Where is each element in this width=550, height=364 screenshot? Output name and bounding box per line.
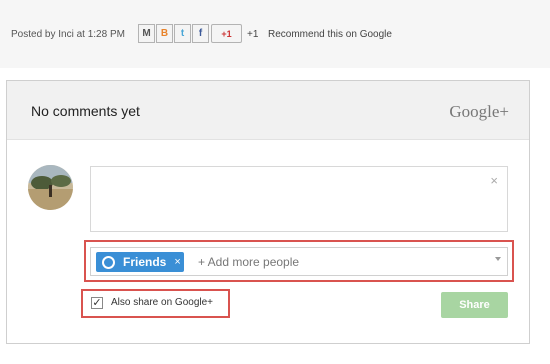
email-icon[interactable]: M: [138, 24, 155, 43]
chip-label: Friends: [123, 255, 167, 269]
google-plus-one-button[interactable]: +1: [211, 24, 242, 43]
add-people-input[interactable]: + Add more people: [198, 255, 299, 269]
twitter-icon[interactable]: t: [174, 24, 191, 43]
also-share-checkbox[interactable]: ✓: [91, 297, 103, 309]
also-share-label: Also share on Google+: [111, 297, 214, 308]
blogger-icon[interactable]: B: [156, 24, 173, 43]
facebook-icon[interactable]: f: [192, 24, 209, 43]
circle-icon: [102, 255, 115, 269]
share-button[interactable]: Share: [441, 292, 508, 318]
share-buttons: M B t f: [138, 24, 210, 44]
friends-chip[interactable]: Friends ×: [96, 252, 184, 272]
comment-textarea[interactable]: ×: [90, 166, 508, 232]
chevron-down-icon[interactable]: [495, 257, 501, 261]
plus-one-count: +1: [247, 29, 259, 40]
close-icon[interactable]: ×: [490, 173, 498, 188]
post-footer-bar: Posted by Inci at 1:28 PM M B t f +1 +1 …: [0, 0, 550, 68]
comments-header: No comments yet Google+: [7, 81, 529, 140]
audience-selector[interactable]: Friends × + Add more people: [90, 247, 508, 276]
chip-remove-icon[interactable]: ×: [174, 256, 180, 268]
posted-by-text: Posted by Inci at 1:28 PM: [11, 29, 125, 40]
comments-count-label: No comments yet: [31, 103, 140, 119]
avatar: [28, 165, 73, 210]
google-plus-logo: Google+: [449, 102, 509, 121]
recommend-text: Recommend this on Google: [268, 29, 392, 40]
